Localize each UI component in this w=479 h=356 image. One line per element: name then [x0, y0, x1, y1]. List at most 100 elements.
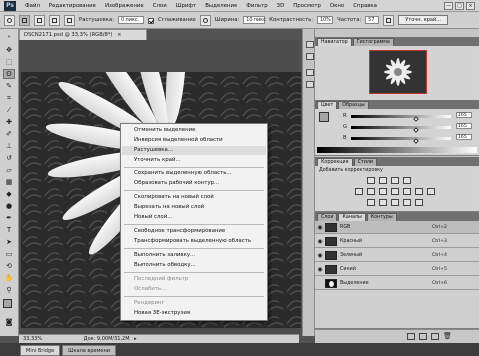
tab-color[interactable]: Цвет [317, 101, 338, 109]
brush-tool-icon[interactable]: ✐ [3, 129, 15, 139]
channel-row[interactable]: ◉ Зеленый Ctrl+4 [315, 249, 479, 262]
maximize-button[interactable]: □ [455, 1, 464, 10]
eye-icon[interactable]: ◉ [315, 266, 325, 273]
menu-item-layer-via-copy[interactable]: Скопировать на новый слой [134, 194, 214, 200]
path-selection-tool-icon[interactable]: ➤ [3, 237, 15, 247]
foreground-color-swatch[interactable] [3, 299, 12, 308]
channel-r-value[interactable]: 165 [456, 112, 472, 118]
menu-layers[interactable]: Слои [153, 3, 167, 9]
menu-item-feather[interactable]: Растушевка... [134, 147, 173, 153]
new-selection-icon[interactable] [19, 14, 30, 26]
move-tool-icon[interactable]: ✥ [3, 45, 15, 55]
tab-styles[interactable]: Стили [353, 158, 378, 166]
tab-swatches[interactable]: Образцы [338, 101, 369, 109]
magnetic-lasso-preset-icon[interactable] [4, 14, 15, 26]
tablet-pressure-icon[interactable] [383, 14, 395, 26]
menu-select[interactable]: Выделение [205, 3, 237, 9]
menu-window[interactable]: Окно [330, 3, 344, 9]
lasso-tool-icon[interactable]: ʘ [3, 69, 15, 79]
collapse-arrows-icon[interactable]: « [3, 32, 15, 42]
intersect-selection-icon[interactable] [64, 14, 75, 26]
menu-view[interactable]: Просмотр [293, 3, 321, 9]
channel-b-value[interactable]: 165 [456, 134, 472, 140]
hand-tool-icon[interactable]: ✋ [3, 273, 15, 283]
pen-tool-icon[interactable]: ✒ [3, 213, 15, 223]
document-tab[interactable]: DSCN2171.psd @ 33,3% (RGB/8*) × [19, 29, 147, 40]
eyedropper-tool-icon[interactable]: ⁄ [3, 105, 15, 115]
menu-help[interactable]: Справка [353, 3, 377, 9]
menu-item-deselect[interactable]: Отменить выделение [134, 127, 195, 133]
properties-panel-icon[interactable] [306, 53, 314, 60]
channel-row[interactable]: ◉ Синий Ctrl+5 [315, 263, 479, 276]
menu-item-inverse[interactable]: Инверсия выделенной области [134, 137, 223, 143]
tab-layers[interactable]: Слои [317, 213, 338, 221]
channel-b-slider[interactable] [351, 137, 451, 140]
paragraph-panel-icon[interactable] [306, 81, 314, 88]
frequency-input[interactable]: 57 [365, 16, 380, 24]
gradient-tool-icon[interactable]: ▦ [3, 177, 15, 187]
pressure-icon[interactable] [199, 14, 211, 26]
menu-3d[interactable]: 3D [277, 3, 285, 9]
color-ramp[interactable] [317, 147, 477, 153]
threshold-icon[interactable] [391, 199, 399, 206]
history-panel-icon[interactable] [306, 41, 314, 48]
color-lookup-icon[interactable] [427, 188, 435, 195]
channel-row[interactable]: Выделение Ctrl+6 [315, 277, 479, 290]
new-channel-icon[interactable] [431, 333, 439, 340]
clone-stamp-tool-icon[interactable]: ⊥ [3, 141, 15, 151]
menu-item-new-layer[interactable]: Новый слой... [134, 214, 172, 220]
menu-type[interactable]: Шрифт [176, 3, 196, 9]
minimize-button[interactable]: — [444, 1, 453, 10]
menu-item-save-selection[interactable]: Сохранить выделенную область... [134, 170, 232, 176]
channel-g-value[interactable]: 165 [456, 123, 472, 129]
menu-item-transform-selection[interactable]: Трансформировать выделенную область [134, 238, 251, 244]
save-selection-icon[interactable] [419, 333, 427, 340]
tab-paths[interactable]: Контуры [366, 213, 397, 221]
eye-icon[interactable]: ◉ [315, 252, 325, 259]
selective-color-icon[interactable] [415, 199, 423, 206]
3d-rotate-tool-icon[interactable]: ⟲ [3, 261, 15, 271]
refine-edge-button[interactable]: Уточн. край... [398, 15, 448, 25]
menu-file[interactable]: Файл [25, 3, 40, 9]
history-brush-tool-icon[interactable]: ↺ [3, 153, 15, 163]
channel-r-slider[interactable] [351, 115, 451, 118]
tab-timeline[interactable]: Шкала времени [62, 345, 116, 356]
load-channel-icon[interactable] [407, 333, 415, 340]
menu-item-free-transform[interactable]: Свободное трансформирование [134, 228, 225, 234]
zoom-tool-icon[interactable]: ⚲ [3, 285, 15, 295]
zoom-level[interactable]: 33,33% [23, 336, 42, 342]
blur-tool-icon[interactable]: ◆ [3, 189, 15, 199]
width-input[interactable]: 10 пикс [243, 16, 266, 24]
hue-saturation-icon[interactable] [367, 188, 375, 195]
menu-item-refine-edge[interactable]: Уточнить край... [134, 157, 181, 163]
color-foreground-swatch[interactable] [319, 112, 329, 122]
menu-item-fill[interactable]: Выполнить заливку... [134, 252, 195, 258]
feather-input[interactable]: 0 пикс. [118, 16, 145, 24]
menu-item-make-work-path[interactable]: Образовать рабочий контур... [134, 180, 219, 186]
quick-mask-icon[interactable]: ◙ [3, 317, 15, 327]
healing-brush-tool-icon[interactable]: ✚ [3, 117, 15, 127]
character-panel-icon[interactable] [306, 69, 314, 76]
gradient-map-icon[interactable] [403, 199, 411, 206]
invert-icon[interactable] [367, 199, 375, 206]
tab-adjustments[interactable]: Коррекция [317, 158, 353, 166]
crop-tool-icon[interactable]: ⌗ [3, 93, 15, 103]
tab-navigator[interactable]: Навигатор [317, 38, 352, 46]
antialias-checkbox[interactable] [148, 18, 155, 24]
menu-item-layer-via-cut[interactable]: Вырезать на новый слой [134, 204, 204, 210]
menu-filter[interactable]: Фильтр [246, 3, 267, 9]
shape-tool-icon[interactable]: ▭ [3, 249, 15, 259]
close-button[interactable]: × [466, 1, 475, 10]
tab-histogram[interactable]: Гистограмма [352, 38, 394, 46]
channel-row[interactable]: ◉ RGB Ctrl+2 [315, 221, 479, 234]
posterize-icon[interactable] [379, 199, 387, 206]
menu-image[interactable]: Изображение [105, 3, 144, 9]
menu-item-new-3d-extrusion[interactable]: Новая 3Е-экструзия [134, 310, 190, 316]
close-document-icon[interactable]: × [117, 32, 121, 38]
subtract-selection-icon[interactable] [49, 14, 60, 26]
eraser-tool-icon[interactable]: ▱ [3, 165, 15, 175]
trash-icon[interactable]: 🗑 [443, 332, 452, 340]
quick-selection-tool-icon[interactable]: ✎ [3, 81, 15, 91]
eye-icon[interactable]: ◉ [315, 224, 325, 231]
menu-edit[interactable]: Редактирование [49, 3, 96, 9]
